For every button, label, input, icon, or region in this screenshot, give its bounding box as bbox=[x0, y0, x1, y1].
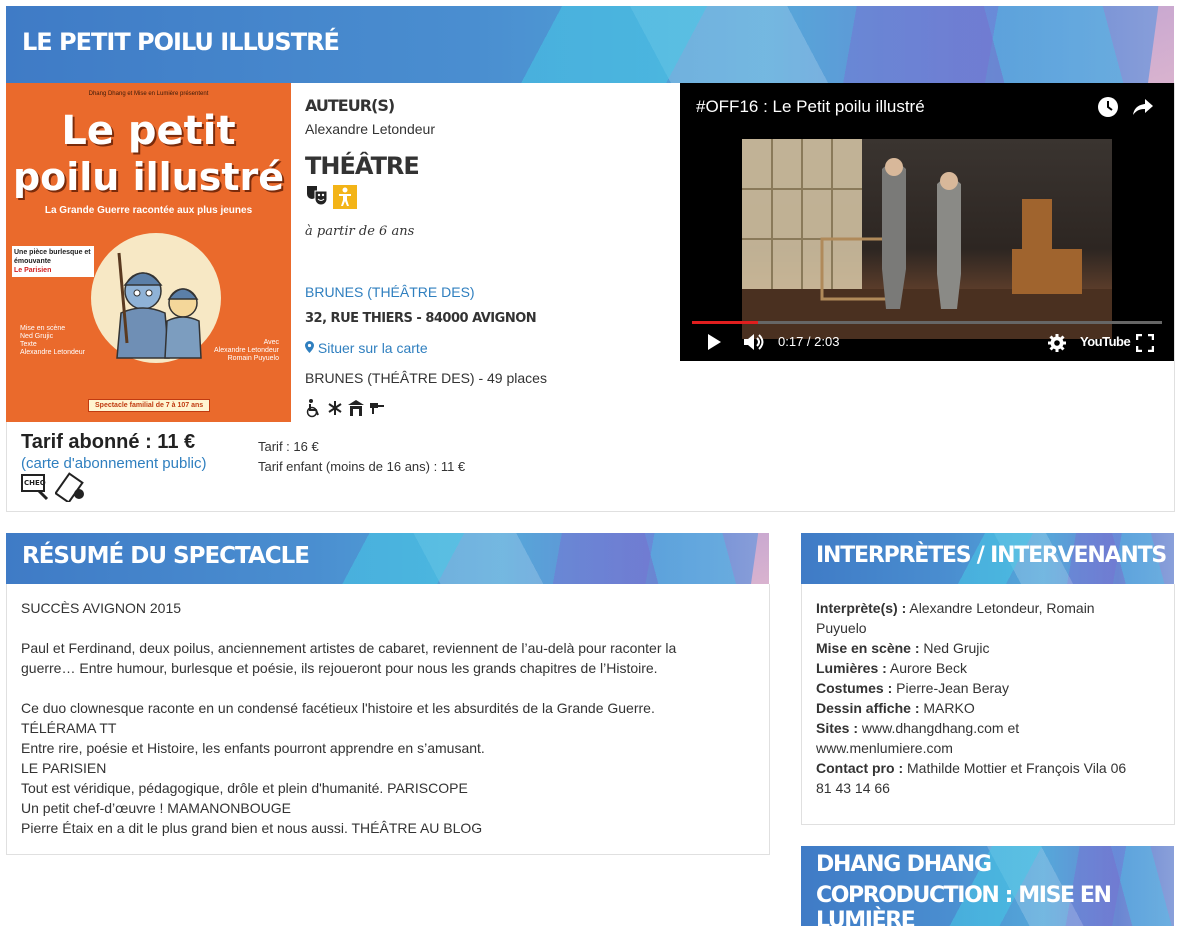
poster-illustration bbox=[91, 233, 221, 363]
company-line2: COPRODUCTION : MISE EN LUMIÈRE bbox=[816, 883, 1112, 926]
cast-banner: INTERPRÈTES / INTERVENANTS bbox=[801, 533, 1174, 584]
fullscreen-icon[interactable] bbox=[1135, 333, 1155, 355]
child-icon bbox=[332, 184, 357, 209]
video-progress-bar[interactable] bbox=[692, 321, 1162, 324]
cast-row-interpretes: Interprète(s) : Alexandre Letondeur, Rom… bbox=[816, 600, 1095, 616]
video-player[interactable]: #OFF16 : Le Petit poilu illustré 0:17 / … bbox=[680, 83, 1174, 361]
age-info: à partir de 6 ans bbox=[305, 224, 415, 239]
snowflake-icon bbox=[327, 399, 343, 420]
cast-row-costumes: Costumes : Pierre-Jean Beray bbox=[816, 680, 1009, 696]
map-link-label: Situer sur la carte bbox=[317, 340, 428, 356]
page-title: LE PETIT POILU ILLUSTRÉ bbox=[22, 28, 340, 56]
video-time: 0:17 / 2:03 bbox=[778, 334, 840, 349]
venue-address: 32, RUE THIERS - 84000 AVIGNON bbox=[305, 311, 537, 326]
cast-list: Interprète(s) : Alexandre Letondeur, Rom… bbox=[816, 598, 1161, 798]
title-banner: LE PETIT POILU ILLUSTRÉ bbox=[6, 6, 1174, 83]
subscriber-price: Tarif abonné : 11 € bbox=[21, 431, 196, 453]
subscription-card: (carte d'abonnement public) bbox=[21, 455, 207, 472]
child-price: Tarif enfant (moins de 16 ans) : 11 € bbox=[258, 459, 466, 474]
cast-row-dessin: Dessin affiche : MARKO bbox=[816, 700, 975, 716]
authors-value: Alexandre Letondeur bbox=[305, 121, 435, 137]
share-icon[interactable] bbox=[1132, 97, 1154, 120]
video-title[interactable]: #OFF16 : Le Petit poilu illustré bbox=[696, 97, 925, 117]
genre-label: THÉÂTRE bbox=[305, 152, 420, 180]
company-line1: DHANG DHANG bbox=[816, 852, 992, 877]
wheelchair-icon bbox=[305, 398, 323, 421]
cast-heading: INTERPRÈTES / INTERVENANTS bbox=[816, 543, 1167, 568]
clock-icon[interactable] bbox=[1097, 96, 1119, 121]
cast-card: Interprète(s) : Alexandre Letondeur, Rom… bbox=[801, 584, 1175, 825]
summary-text: SUCCÈS AVIGNON 2015 Paul et Ferdinand, d… bbox=[21, 600, 677, 836]
subscription-card-link[interactable]: carte d'abonnement public bbox=[26, 455, 201, 472]
poster-title-line1: Le petit bbox=[61, 108, 236, 154]
authors-label: AUTEUR(S) bbox=[305, 96, 395, 115]
company-banner: DHANG DHANG COPRODUCTION : MISE EN LUMIÈ… bbox=[801, 846, 1174, 926]
cast-row-sites: Sites : www.dhangdhang.com et bbox=[816, 720, 1020, 736]
summary-card: SUCCÈS AVIGNON 2015 Paul et Ferdinand, d… bbox=[6, 584, 770, 855]
ticket-icon bbox=[54, 472, 87, 505]
map-link[interactable]: Situer sur la carte bbox=[305, 340, 428, 356]
poster-credits-left: Mise en scène Ned Grujic Texte Alexandre… bbox=[20, 325, 85, 356]
svg-text:CHEQ: CHEQ bbox=[24, 479, 46, 487]
parking-icon bbox=[369, 401, 385, 418]
play-icon[interactable] bbox=[706, 333, 722, 354]
building-icon bbox=[347, 399, 365, 420]
venue-amenities bbox=[305, 398, 385, 420]
volume-icon[interactable] bbox=[742, 332, 766, 355]
settings-icon[interactable] bbox=[1047, 333, 1067, 356]
genre-icons bbox=[305, 183, 357, 210]
venue-link[interactable]: BRUNES (THÉÂTRE DES) bbox=[305, 284, 475, 300]
banner-accent bbox=[1148, 6, 1174, 83]
poster-footer: Spectacle familial de 7 à 107 ans bbox=[88, 399, 211, 412]
poster-credits-right: Avec Alexandre Letondeur Romain Puyuelo bbox=[214, 339, 279, 362]
cheque-icon: CHEQ bbox=[21, 473, 51, 504]
youtube-logo[interactable]: YouTube bbox=[1080, 334, 1131, 349]
cast-row-lumieres: Lumières : Aurore Beck bbox=[816, 660, 967, 676]
cast-row-contact: Contact pro : Mathilde Mottier et Franço… bbox=[816, 760, 1127, 776]
show-poster[interactable]: Dhang Dhang et Mise en Lumière présenten… bbox=[6, 83, 291, 422]
venue-capacity: BRUNES (THÉÂTRE DES) - 49 places bbox=[305, 370, 547, 386]
video-progress-fill bbox=[692, 321, 758, 324]
poster-review-badge: Une pièce burlesque et émouvante Le Pari… bbox=[12, 246, 94, 277]
summary-heading: RÉSUMÉ DU SPECTACLE bbox=[22, 543, 310, 569]
normal-price: Tarif : 16 € bbox=[258, 439, 319, 454]
theatre-masks-icon bbox=[305, 183, 329, 210]
poster-presenter: Dhang Dhang et Mise en Lumière présenten… bbox=[88, 91, 209, 97]
map-marker-icon bbox=[305, 340, 318, 356]
cast-row-mise-en-scene: Mise en scène : Ned Grujic bbox=[816, 640, 990, 656]
banner-accent bbox=[751, 533, 769, 584]
summary-banner: RÉSUMÉ DU SPECTACLE bbox=[6, 533, 769, 584]
poster-subtitle: La Grande Guerre racontée aux plus jeune… bbox=[44, 205, 253, 216]
payment-icons: CHEQ bbox=[21, 472, 87, 505]
video-frame[interactable] bbox=[742, 139, 1112, 339]
poster-title-line2: poilu illustré bbox=[12, 155, 285, 199]
